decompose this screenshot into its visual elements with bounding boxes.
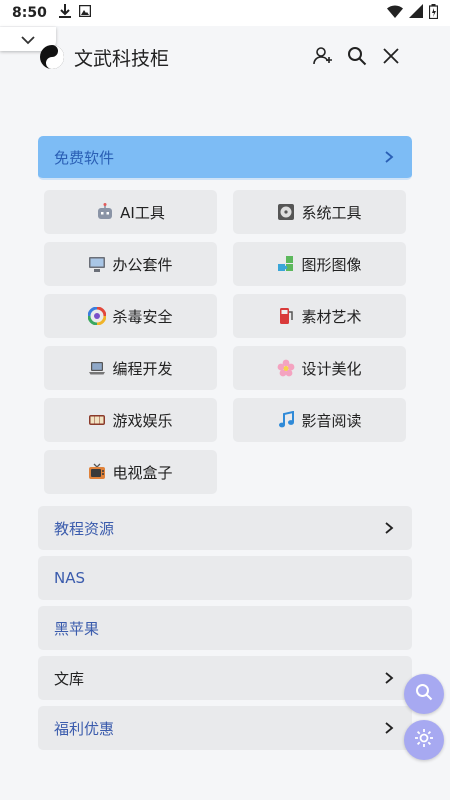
subcategory-label: 编程开发: [112, 359, 173, 378]
subcategory-grid: AI工具 系统工具 办公套件 图形图像 杀毒安全 素材艺术 编程开发 设计美化 …: [38, 186, 412, 502]
wifi-icon: [387, 4, 403, 22]
subcategory-label: 杀毒安全: [112, 307, 173, 326]
subcategory-label: 电视盒子: [112, 463, 173, 482]
subcategory-tv-box[interactable]: 电视盒子: [44, 450, 217, 494]
monitor-icon: [88, 255, 106, 273]
signal-icon: [409, 4, 423, 22]
subcategory-label: 系统工具: [301, 203, 362, 222]
menu-item-free-software[interactable]: 免费软件: [38, 136, 412, 180]
image-icon: [78, 4, 92, 21]
category-menu: 免费软件 AI工具 系统工具 办公套件 图形图像 杀毒安全 素材艺术 编程开发 …: [38, 136, 412, 756]
status-bar: 8:50: [0, 0, 450, 26]
menu-item-label: 文库: [54, 669, 85, 688]
music-note-icon: [277, 411, 295, 429]
robot-icon: [96, 203, 114, 221]
subcategory-games[interactable]: 游戏娱乐: [44, 398, 217, 442]
subcategory-antivirus[interactable]: 杀毒安全: [44, 294, 217, 338]
disk-icon: [277, 203, 295, 221]
shield-ring-icon: [88, 307, 107, 325]
sun-icon: [414, 728, 434, 752]
subcategory-label: 游戏娱乐: [112, 411, 173, 430]
battery-icon: [428, 3, 439, 23]
subcategory-office-suite[interactable]: 办公套件: [44, 242, 217, 286]
app-logo: [38, 43, 66, 71]
flower-icon: [277, 359, 295, 377]
status-time: 8:50: [12, 5, 47, 21]
subcategory-label: 设计美化: [301, 359, 362, 378]
puzzle-icon: [277, 255, 295, 273]
chevron-right-icon: [382, 721, 396, 735]
menu-item-label: 教程资源: [54, 519, 115, 538]
add-user-button[interactable]: [312, 45, 334, 67]
app-header: 文武科技柜: [0, 36, 450, 78]
game-icon: [88, 411, 106, 429]
tv-icon: [88, 463, 106, 481]
close-button[interactable]: [380, 45, 402, 67]
floating-brightness-button[interactable]: [404, 720, 444, 760]
chevron-right-icon: [382, 521, 396, 535]
floating-search-button[interactable]: [404, 674, 444, 714]
menu-item-label: 黑苹果: [54, 619, 100, 638]
subcategory-graphics[interactable]: 图形图像: [233, 242, 406, 286]
fuel-icon: [277, 307, 295, 325]
search-icon: [415, 683, 433, 705]
menu-item-tutorials[interactable]: 教程资源: [38, 506, 412, 550]
menu-item-library[interactable]: 文库: [38, 656, 412, 700]
chevron-right-icon: [382, 150, 396, 164]
subcategory-label: 办公套件: [112, 255, 173, 274]
chevron-right-icon: [382, 671, 396, 685]
menu-item-nas[interactable]: NAS: [38, 556, 412, 600]
subcategory-assets-art[interactable]: 素材艺术: [233, 294, 406, 338]
menu-item-hackintosh[interactable]: 黑苹果: [38, 606, 412, 650]
subcategory-design[interactable]: 设计美化: [233, 346, 406, 390]
subcategory-system-tools[interactable]: 系统工具: [233, 190, 406, 234]
menu-item-label: 免费软件: [54, 148, 115, 167]
subcategory-label: 图形图像: [301, 255, 362, 274]
menu-item-label: NAS: [54, 569, 86, 587]
app-title: 文武科技柜: [74, 47, 170, 70]
laptop-icon: [88, 359, 106, 377]
menu-item-label: 福利优惠: [54, 719, 115, 738]
subcategory-label: AI工具: [120, 203, 165, 222]
menu-item-deals[interactable]: 福利优惠: [38, 706, 412, 750]
subcategory-media-reading[interactable]: 影音阅读: [233, 398, 406, 442]
download-icon: [58, 4, 71, 22]
subcategory-ai-tools[interactable]: AI工具: [44, 190, 217, 234]
search-button[interactable]: [346, 45, 368, 67]
subcategory-label: 影音阅读: [301, 411, 362, 430]
subcategory-programming[interactable]: 编程开发: [44, 346, 217, 390]
subcategory-label: 素材艺术: [301, 307, 362, 326]
